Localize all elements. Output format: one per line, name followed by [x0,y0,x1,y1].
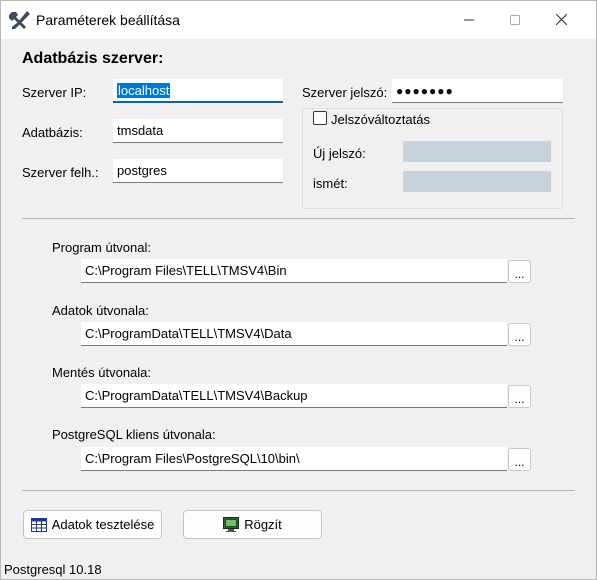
data-path-label: Adatok útvonala: [52,303,149,318]
backup-path-label: Mentés útvonala: [52,365,152,380]
close-icon [555,13,567,28]
repeat-password-label: ismét: [313,176,348,191]
backup-path-browse-button[interactable]: ... [508,385,531,408]
test-data-button[interactable]: Adatok tesztelése [23,510,162,539]
database-input[interactable]: tmsdata [113,119,283,143]
save-button[interactable]: Rögzít [183,510,322,539]
change-password-label[interactable]: Jelszóváltoztatás [331,112,430,127]
server-ip-label: Szerver IP: [22,85,87,100]
server-ip-value: localhost [117,83,171,98]
server-ip-input[interactable]: localhost [113,79,283,103]
backup-path-input[interactable]: C:\ProgramData\TELL\TMSV4\Backup [81,384,507,408]
server-password-input[interactable]: ●●●●●●● [392,79,563,103]
repeat-password-input[interactable] [403,171,551,192]
program-path-input[interactable]: C:\Program Files\TELL\TMSV4\Bin [81,259,507,283]
title-bar: Paraméterek beállítása [1,1,596,39]
maximize-button[interactable] [492,1,538,39]
server-password-label: Szerver jelszó: [302,85,388,100]
tools-icon [9,10,31,30]
window-title: Paraméterek beállítása [36,12,180,28]
postgres-path-label: PostgreSQL kliens útvonala: [52,427,216,442]
program-path-browse-button[interactable]: ... [508,260,531,283]
postgres-path-browse-button[interactable]: ... [508,448,531,471]
change-password-checkbox[interactable] [313,111,327,125]
database-label: Adatbázis: [22,125,83,140]
program-path-label: Program útvonal: [52,240,151,255]
new-password-input[interactable] [403,141,551,162]
postgres-path-input[interactable]: C:\Program Files\PostgreSQL\10\bin\ [81,447,507,471]
test-data-label: Adatok tesztelése [51,517,155,532]
new-password-label: Új jelszó: [313,146,366,161]
divider-top [22,218,575,219]
maximize-icon [510,13,520,28]
data-path-input[interactable]: C:\ProgramData\TELL\TMSV4\Data [81,322,507,346]
table-icon [30,517,47,532]
minimize-icon [464,13,474,28]
server-user-label: Szerver felh.: [22,165,99,180]
server-heading: Adatbázis szerver: [22,50,164,67]
status-text: Postgresql 10.18 [4,562,102,577]
server-user-input[interactable]: postgres [113,159,283,183]
divider-bottom [22,490,575,491]
close-button[interactable] [538,1,584,39]
monitor-icon [223,517,240,532]
data-path-browse-button[interactable]: ... [508,323,531,346]
minimize-button[interactable] [446,1,492,39]
dialog-window: Paraméterek beállítása Adatbázis szerver… [0,0,597,580]
save-label: Rögzít [244,517,282,532]
